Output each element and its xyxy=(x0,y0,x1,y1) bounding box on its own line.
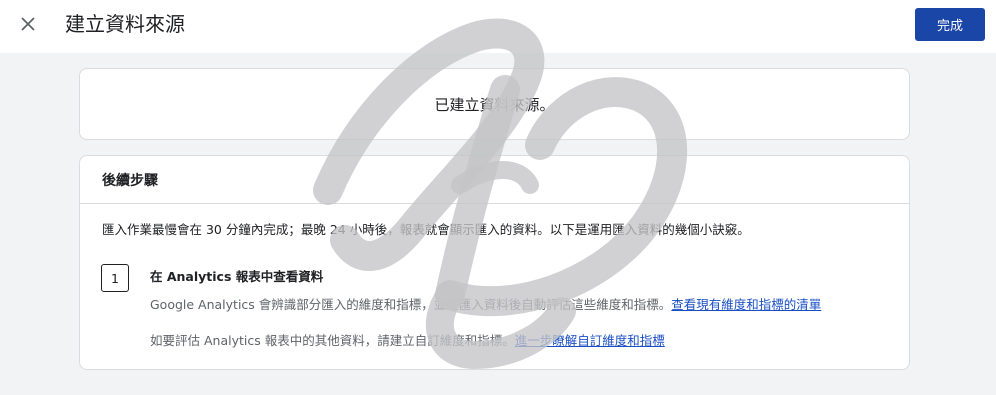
top-app-bar: 建立資料來源 完成 xyxy=(0,0,996,53)
step-title: 在 Analytics 報表中查看資料 xyxy=(150,269,324,284)
next-steps-card: 後續步驟 匯入作業最慢會在 30 分鐘內完成；最晚 24 小時後，報表就會顯示匯… xyxy=(79,155,910,370)
step-number-badge: 1 xyxy=(101,264,129,292)
next-steps-heading: 後續步驟 xyxy=(80,156,909,204)
created-message: 已建立資料來源。 xyxy=(434,95,555,114)
created-card: 已建立資料來源。 xyxy=(79,68,910,140)
learn-custom-dimensions-link[interactable]: 進一步瞭解自訂維度和指標 xyxy=(515,333,665,348)
step-description-2: 如要評估 Analytics 報表中的其他資料，請建立自訂維度和指標。進一步瞭解… xyxy=(150,330,665,349)
done-button[interactable]: 完成 xyxy=(915,8,985,41)
page-title: 建立資料來源 xyxy=(65,12,185,36)
step-description-1: Google Analytics 會辨識部分匯入的維度和指標，並在匯入資料後自動… xyxy=(150,294,821,313)
step-description-2-text: 如要評估 Analytics 報表中的其他資料，請建立自訂維度和指標。 xyxy=(150,333,515,348)
step-description-1-text: Google Analytics 會辨識部分匯入的維度和指標，並在匯入資料後自動… xyxy=(150,297,672,312)
close-icon[interactable] xyxy=(16,12,40,36)
view-dimensions-metrics-link[interactable]: 查看現有維度和指標的清單 xyxy=(671,297,821,312)
next-steps-intro: 匯入作業最慢會在 30 分鐘內完成；最晚 24 小時後，報表就會顯示匯入的資料。… xyxy=(102,222,750,237)
